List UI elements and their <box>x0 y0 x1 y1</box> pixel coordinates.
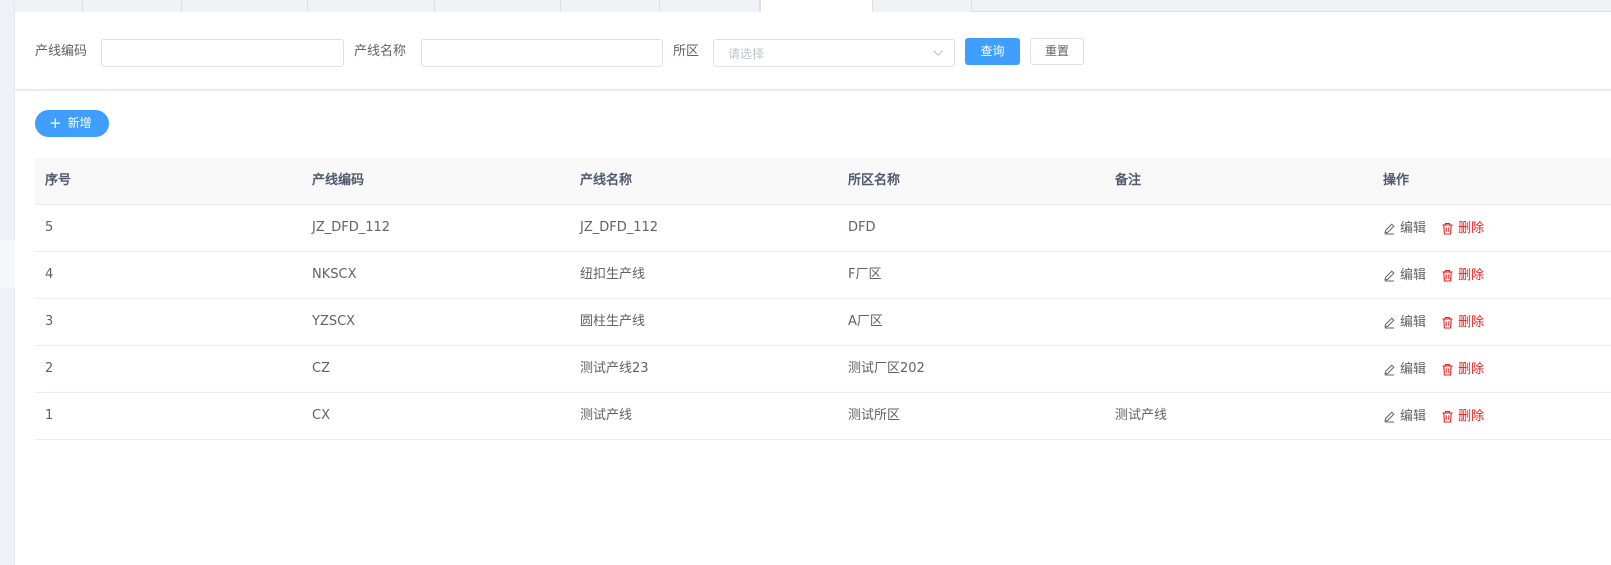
delete-button[interactable]: 删除 <box>1441 221 1484 237</box>
edit-label: 编辑 <box>1400 267 1427 283</box>
table-header: 序号 产线编码 产线名称 所区名称 备注 操作 <box>35 158 1611 205</box>
edit-button[interactable]: 编辑 <box>1383 409 1426 425</box>
edit-label: 编辑 <box>1400 361 1427 377</box>
pencil-icon <box>1384 364 1395 376</box>
name-input[interactable] <box>421 39 663 67</box>
edit-button[interactable]: 编辑 <box>1383 268 1426 284</box>
delete-label: 删除 <box>1458 314 1485 330</box>
cell-district: A厂区 <box>848 314 883 329</box>
tab-bar <box>15 0 1611 13</box>
cell-name: JZ_DFD_112 <box>580 220 659 235</box>
table-row: 4 NKSCX 纽扣生产线 F厂区 编辑 删除 <box>35 252 1611 299</box>
table-row: 1 CX 测试产线 测试所区 测试产线 编辑 删除 <box>35 393 1611 440</box>
pencil-icon <box>1384 270 1395 282</box>
delete-label: 删除 <box>1458 267 1485 283</box>
district-label: 所区 <box>673 44 700 59</box>
row-actions: 编辑 删除 <box>1383 267 1484 283</box>
plus-icon: + <box>49 114 62 132</box>
column-header-actions: 操作 <box>1383 173 1410 188</box>
column-header-name: 产线名称 <box>580 173 633 188</box>
pencil-icon <box>1384 223 1395 235</box>
side-panel-highlight <box>0 240 15 288</box>
column-header-index: 序号 <box>45 173 72 188</box>
tab[interactable] <box>83 0 182 12</box>
cell-name: 纽扣生产线 <box>580 267 646 282</box>
cell-name: 测试产线 <box>580 408 633 423</box>
row-actions: 编辑 删除 <box>1383 220 1484 236</box>
cell-district: F厂区 <box>848 267 882 282</box>
trash-icon <box>1442 269 1453 282</box>
tab[interactable] <box>435 0 561 12</box>
cell-name: 测试产线23 <box>580 361 649 376</box>
edit-button[interactable]: 编辑 <box>1383 315 1426 331</box>
column-header-district: 所区名称 <box>848 173 901 188</box>
table-row: 5 JZ_DFD_112 JZ_DFD_112 DFD 编辑 删除 <box>35 205 1611 252</box>
delete-button[interactable]: 删除 <box>1441 268 1484 284</box>
cell-district: 测试所区 <box>848 408 901 423</box>
cell-index: 1 <box>45 408 54 423</box>
code-input[interactable] <box>101 39 344 67</box>
delete-button[interactable]: 删除 <box>1441 409 1484 425</box>
query-button[interactable]: 查询 <box>965 38 1020 65</box>
row-actions: 编辑 删除 <box>1383 361 1484 377</box>
name-label: 产线名称 <box>354 44 407 59</box>
cell-code: CX <box>312 408 330 423</box>
cell-code: NKSCX <box>312 267 357 282</box>
cell-name: 圆柱生产线 <box>580 314 646 329</box>
delete-label: 删除 <box>1458 408 1485 424</box>
row-actions: 编辑 删除 <box>1383 408 1484 424</box>
cell-code: YZSCX <box>312 314 356 329</box>
district-placeholder: 请选择 <box>728 47 765 61</box>
cell-district: DFD <box>848 220 876 235</box>
column-header-remark: 备注 <box>1115 173 1142 188</box>
cell-district: 测试厂区202 <box>848 361 925 376</box>
column-header-code: 产线编码 <box>312 173 365 188</box>
production-line-table: 序号 产线编码 产线名称 所区名称 备注 操作 5 JZ_DFD_112 JZ_… <box>35 158 1611 440</box>
code-label: 产线编码 <box>35 44 88 59</box>
tab[interactable] <box>561 0 660 12</box>
delete-label: 删除 <box>1458 361 1485 377</box>
tab[interactable] <box>873 0 972 12</box>
pencil-icon <box>1384 411 1395 423</box>
edit-label: 编辑 <box>1400 314 1427 330</box>
cell-remark: 测试产线 <box>1115 408 1168 423</box>
table-body: 5 JZ_DFD_112 JZ_DFD_112 DFD 编辑 删除 4 NKSC… <box>35 205 1611 440</box>
cell-code: JZ_DFD_112 <box>312 220 391 235</box>
cell-index: 3 <box>45 314 54 329</box>
edit-label: 编辑 <box>1400 408 1427 424</box>
tab[interactable] <box>660 0 760 12</box>
edit-button[interactable]: 编辑 <box>1383 362 1426 378</box>
table-row: 2 CZ 测试产线23 测试厂区202 编辑 删除 <box>35 346 1611 393</box>
side-panel-edge <box>0 0 15 565</box>
cell-index: 5 <box>45 220 54 235</box>
tab[interactable] <box>15 0 83 12</box>
delete-button[interactable]: 删除 <box>1441 362 1484 378</box>
reset-button[interactable]: 重置 <box>1030 38 1084 65</box>
edit-label: 编辑 <box>1400 220 1427 236</box>
table-row: 3 YZSCX 圆柱生产线 A厂区 编辑 删除 <box>35 299 1611 346</box>
trash-icon <box>1442 316 1453 329</box>
trash-icon <box>1442 222 1453 235</box>
trash-icon <box>1442 363 1453 376</box>
delete-label: 删除 <box>1458 220 1485 236</box>
cell-code: CZ <box>312 361 330 376</box>
chevron-down-icon <box>933 50 943 56</box>
tab[interactable] <box>308 0 435 12</box>
tab[interactable] <box>182 0 308 12</box>
row-actions: 编辑 删除 <box>1383 314 1484 330</box>
cell-index: 4 <box>45 267 54 282</box>
search-divider <box>15 89 1611 91</box>
add-button[interactable]: + 新增 <box>35 110 109 137</box>
pencil-icon <box>1384 317 1395 329</box>
district-select[interactable]: 请选择 <box>713 39 955 67</box>
add-button-label: 新增 <box>67 116 92 130</box>
edit-button[interactable]: 编辑 <box>1383 221 1426 237</box>
trash-icon <box>1442 410 1453 423</box>
cell-index: 2 <box>45 361 54 376</box>
delete-button[interactable]: 删除 <box>1441 315 1484 331</box>
